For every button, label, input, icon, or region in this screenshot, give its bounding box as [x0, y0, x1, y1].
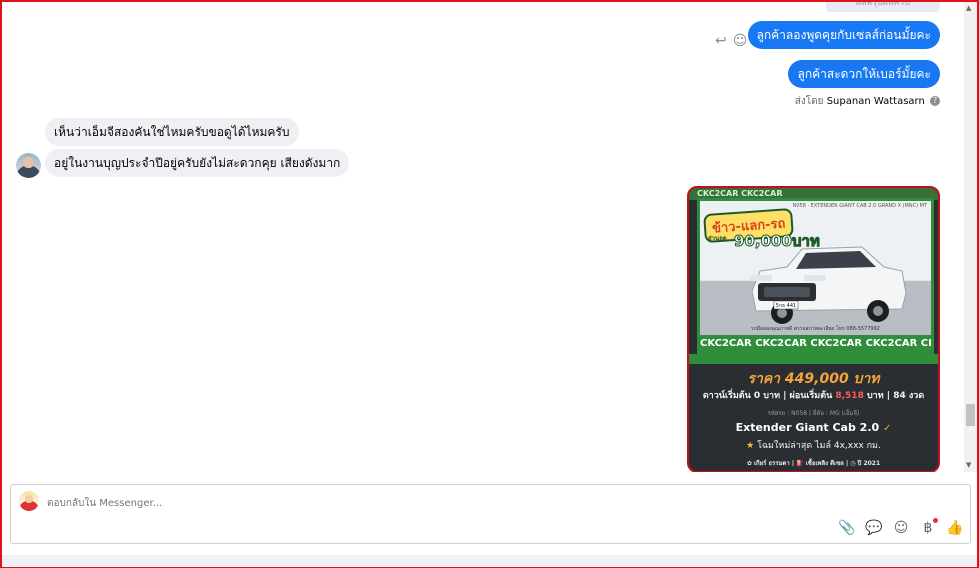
composer-tools: 📎 💬 ☺ ฿ 👍	[838, 518, 964, 537]
price: ราคา 449,000 บาท	[747, 371, 880, 387]
page-avatar	[19, 491, 39, 511]
brand-marquee: CKC2CAR CKC2CAR CKC2CAR CKC2CAR CKC2	[700, 335, 931, 353]
incoming-message[interactable]: อยู่ในงานบุญประจำปีอยู่ครับยังไม่สะดวกคุ…	[45, 149, 350, 177]
scroll-up-icon[interactable]: ▲	[966, 4, 971, 12]
car-subtitle: ★ โฉมใหม่ล่าสุด ไมล์ 4x,xxx กม.	[689, 438, 938, 452]
reply-icon[interactable]: ↩	[715, 33, 727, 49]
monthly-payment: 8,518	[835, 391, 864, 401]
model-name: Extender Giant Cab 2.0	[735, 421, 880, 434]
message-composer: 📎 💬 ☺ ฿ 👍	[10, 484, 971, 544]
reply-input[interactable]	[47, 495, 547, 511]
terms-prefix: ดาวน์เริ่มต้น 0 บาท | ผ่อนเริ่มต้น	[702, 391, 836, 401]
sent-by: ส่งโดย Supanan Wattasarn ?	[795, 94, 940, 109]
outgoing-message[interactable]: ลูกค้าสะดวกให้เบอร์มั้ยคะ	[788, 60, 940, 88]
scroll-thumb[interactable]	[966, 404, 975, 426]
subtitle-text: โฉมใหม่ล่าสุด ไมล์ 4x,xxx กม.	[757, 441, 881, 451]
car-model: Extender Giant Cab 2.0 ✓	[689, 421, 938, 434]
car-specs: ✿ เกียร์ ธรรมดา | ⛽ เชื้อเพลิง ดีเซล | ◷…	[746, 460, 881, 467]
partial-message: ผลสรุปผลครับ	[826, 2, 940, 12]
incoming-message[interactable]: เห็นว่าเอ็มจีสองคันใช่ไหมครับขอดูได้ไหมค…	[45, 118, 299, 146]
plate-text: 5กธ 441	[776, 303, 796, 309]
sent-by-name: Supanan Wattasarn	[826, 96, 925, 107]
brand-strip	[689, 354, 938, 364]
saved-reply-icon[interactable]: 💬	[865, 519, 883, 537]
outgoing-message[interactable]: ลูกค้าลองพูดคุยกับเซลส์ก่อนมั้ยคะ	[747, 21, 940, 49]
discount-amount: 90,000บาท	[734, 232, 821, 251]
scrollbar[interactable]: ▲ ▼	[964, 2, 977, 472]
sku-line: N058 · EXTENDER GIANT CAB 2.0 GRAND X (M…	[792, 203, 927, 209]
notification-dot	[933, 518, 938, 523]
star-icon: ★	[746, 441, 755, 451]
help-icon[interactable]: ?	[930, 96, 940, 106]
car-photo: N058 · EXTENDER GIANT CAB 2.0 GRAND X (M…	[697, 198, 934, 356]
conversation-area: ผลสรุปผลครับ ↩ ☺ ลูกค้าลองพูดคุยกับเซลส์…	[2, 2, 964, 472]
payment-glyph: ฿	[923, 520, 933, 536]
customer-avatar[interactable]	[16, 153, 41, 178]
car-ad-card[interactable]: CKC2CAR CKC2CAR N058 · EXTENDER GIANT CA…	[687, 186, 940, 472]
like-icon[interactable]: 👍	[946, 519, 964, 537]
sent-by-prefix: ส่งโดย	[794, 96, 824, 107]
message-actions: ↩ ☺	[715, 33, 747, 49]
react-icon[interactable]: ☺	[733, 33, 748, 49]
terms-suffix: บาท | 84 งวด	[863, 391, 925, 401]
bottom-bar	[2, 555, 977, 567]
car-meta: รหัสรถ : N058 | ยี่ห้อ : MG (เอ็มจี)	[767, 410, 860, 417]
payment-icon[interactable]: ฿	[919, 518, 938, 537]
scroll-down-icon[interactable]: ▼	[966, 461, 971, 469]
payment-terms: ดาวน์เริ่มต้น 0 บาท | ผ่อนเริ่มต้น 8,518…	[689, 388, 938, 402]
verified-icon: ✓	[883, 423, 892, 434]
contact-line: รถมือสองคุณภาพดี ตรวจสภาพละเอียด โทร 088…	[751, 326, 880, 332]
attach-icon[interactable]: 📎	[838, 519, 856, 537]
emoji-icon[interactable]: ☺	[892, 519, 910, 537]
